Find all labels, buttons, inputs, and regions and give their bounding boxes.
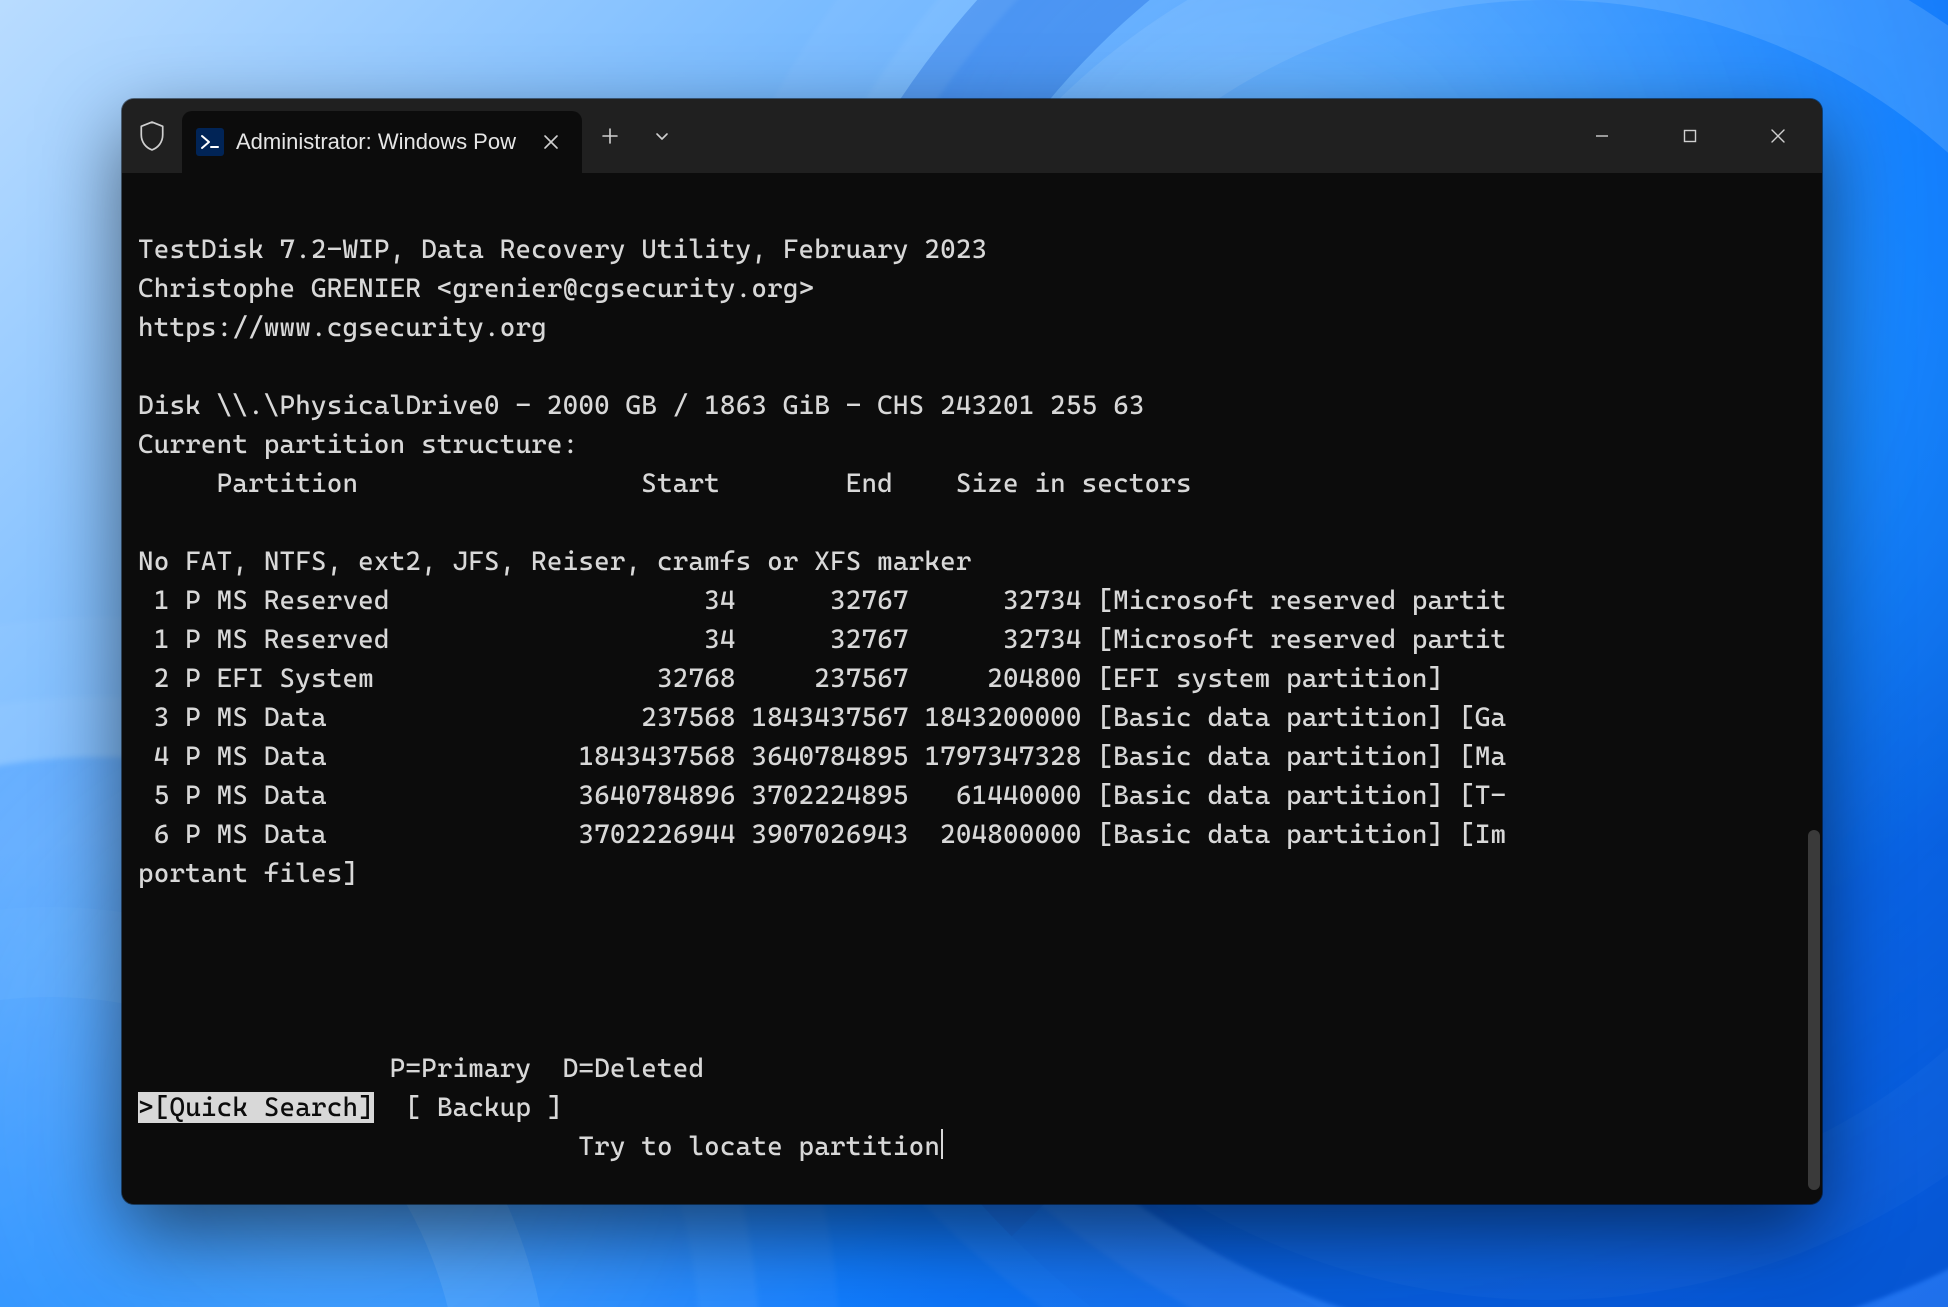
- terminal-body[interactable]: TestDisk 7.2-WIP, Data Recovery Utility,…: [122, 173, 1822, 1204]
- menu-quick-search[interactable]: >[Quick Search]: [138, 1092, 374, 1123]
- tab-close-button[interactable]: [534, 125, 568, 159]
- maximize-button[interactable]: [1646, 99, 1734, 173]
- program-line: TestDisk 7.2-WIP, Data Recovery Utility,…: [138, 234, 987, 265]
- tab-active[interactable]: Administrator: Windows Powe: [182, 111, 582, 173]
- partition-row: 1 P MS Reserved 34 32767 32734 [Microsof…: [138, 585, 1506, 616]
- partition-row: 5 P MS Data 3640784896 3702224895 614400…: [138, 780, 1506, 811]
- tab-dropdown-button[interactable]: [638, 99, 686, 173]
- text-cursor: [941, 1129, 943, 1159]
- titlebar[interactable]: Administrator: Windows Powe: [122, 99, 1822, 173]
- admin-shield-icon: [122, 99, 182, 173]
- tab-title: Administrator: Windows Powe: [236, 129, 516, 155]
- new-tab-button[interactable]: [582, 99, 638, 173]
- menu-backup[interactable]: [ Backup ]: [405, 1092, 562, 1123]
- structure-line: Current partition structure:: [138, 429, 578, 460]
- legend-line: P=Primary D=Deleted: [138, 1053, 704, 1084]
- author-line: Christophe GRENIER <grenier@cgsecurity.o…: [138, 273, 814, 304]
- minimize-button[interactable]: [1558, 99, 1646, 173]
- url-line: https://www.cgsecurity.org: [138, 312, 547, 343]
- partition-wrap: portant files]: [138, 858, 358, 889]
- partition-row: 6 P MS Data 3702226944 3907026943 204800…: [138, 819, 1506, 850]
- partition-row: 3 P MS Data 237568 1843437567 1843200000…: [138, 702, 1506, 733]
- partition-row: 4 P MS Data 1843437568 3640784895 179734…: [138, 741, 1506, 772]
- scrollbar-thumb[interactable]: [1808, 830, 1820, 1190]
- menu-row: >[Quick Search] [ Backup ]: [138, 1092, 563, 1123]
- powershell-icon: [196, 128, 224, 156]
- partition-row: 1 P MS Reserved 34 32767 32734 [Microsof…: [138, 624, 1506, 655]
- partition-row: 2 P EFI System 32768 237567 204800 [EFI …: [138, 663, 1443, 694]
- hint-line: Try to locate partition: [138, 1131, 940, 1162]
- no-marker-line: No FAT, NTFS, ext2, JFS, Reiser, cramfs …: [138, 546, 972, 577]
- close-button[interactable]: [1734, 99, 1822, 173]
- terminal-window: Administrator: Windows Powe TestDisk 7.2…: [122, 99, 1822, 1204]
- columns-line: Partition Start End Size in sectors: [138, 468, 1192, 499]
- disk-line: Disk \\.\PhysicalDrive0 - 2000 GB / 1863…: [138, 390, 1145, 421]
- titlebar-drag-region[interactable]: [686, 99, 1558, 173]
